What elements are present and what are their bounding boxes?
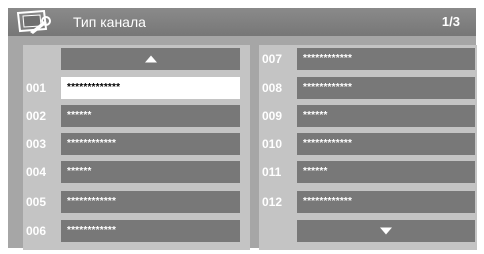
arrow-down-icon bbox=[380, 227, 392, 235]
channel-number: 012 bbox=[262, 195, 283, 209]
channel-row[interactable]: 002 ****** bbox=[23, 105, 250, 127]
channel-list-right: 007 ************ 008 ************ 009 **… bbox=[259, 45, 477, 250]
arrow-up-icon bbox=[144, 55, 157, 63]
channel-name-field[interactable]: ************ bbox=[61, 220, 240, 242]
channel-number: 004 bbox=[26, 165, 47, 179]
dialog-title: Тип канала bbox=[73, 14, 146, 30]
channel-number: 005 bbox=[26, 195, 47, 209]
channel-row[interactable]: 011 ****** bbox=[259, 161, 477, 183]
scroll-up-button[interactable] bbox=[61, 48, 240, 70]
channel-row[interactable]: 012 ************ bbox=[259, 191, 477, 213]
channel-name-field[interactable]: ****** bbox=[61, 105, 240, 127]
channel-name-field[interactable]: ************ bbox=[297, 77, 475, 99]
channel-name-field[interactable]: ************ bbox=[297, 133, 475, 155]
channel-row[interactable]: 007 ************ bbox=[259, 48, 477, 70]
channel-number: 007 bbox=[262, 52, 283, 66]
dialog-header: Тип канала 1/3 bbox=[8, 8, 476, 36]
channel-number: 003 bbox=[26, 137, 47, 151]
channel-name-field[interactable]: ************ bbox=[297, 48, 475, 70]
channel-number: 011 bbox=[262, 165, 282, 179]
channel-name-field[interactable]: ****** bbox=[61, 161, 240, 183]
channel-row[interactable]: 005 ************ bbox=[23, 191, 250, 213]
channel-row[interactable]: 009 ****** bbox=[259, 105, 477, 127]
page-indicator: 1/3 bbox=[441, 14, 460, 29]
channel-number: 002 bbox=[26, 109, 47, 123]
channel-row[interactable]: 001 ************* bbox=[23, 77, 250, 99]
scroll-down-button[interactable] bbox=[297, 220, 475, 242]
channel-name-field[interactable]: ************ bbox=[297, 191, 475, 213]
channel-name-field[interactable]: ************ bbox=[61, 133, 240, 155]
channel-name-field-selected[interactable]: ************* bbox=[61, 77, 240, 99]
channel-name-field[interactable]: ****** bbox=[297, 105, 475, 127]
channel-number: 010 bbox=[262, 137, 283, 151]
channel-row[interactable]: 004 ****** bbox=[23, 161, 250, 183]
channel-row[interactable]: 003 ************ bbox=[23, 133, 250, 155]
channel-row[interactable]: 010 ************ bbox=[259, 133, 477, 155]
channel-row[interactable]: 006 ************ bbox=[23, 220, 250, 242]
channel-number: 006 bbox=[26, 224, 47, 238]
channel-type-dialog: Тип канала 1/3 001 ************* 002 ***… bbox=[8, 8, 477, 250]
channel-name-field[interactable]: ************ bbox=[61, 191, 240, 213]
channel-number: 001 bbox=[26, 81, 47, 95]
channel-number: 008 bbox=[262, 81, 283, 95]
channel-name-field[interactable]: ****** bbox=[297, 161, 475, 183]
tv-wrench-icon bbox=[16, 10, 51, 34]
channel-number: 009 bbox=[262, 109, 283, 123]
channel-row[interactable]: 008 ************ bbox=[259, 77, 477, 99]
channel-list-left: 001 ************* 002 ****** 003 *******… bbox=[23, 45, 250, 250]
